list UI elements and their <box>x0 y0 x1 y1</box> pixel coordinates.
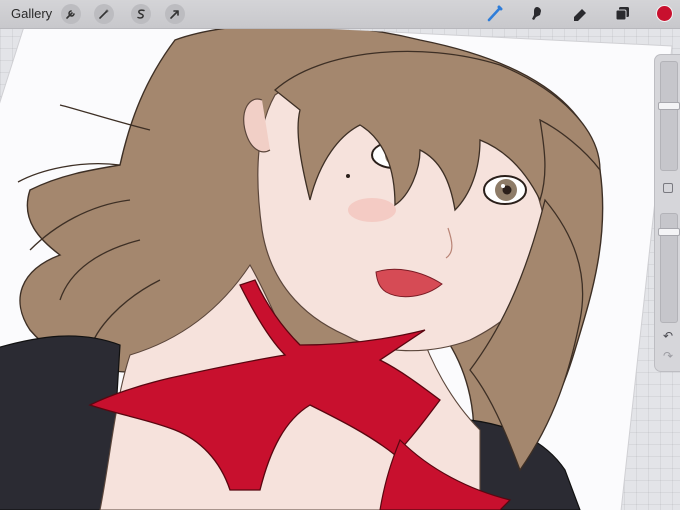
dress <box>0 335 121 510</box>
modify-button[interactable] <box>663 183 673 193</box>
eraser-icon <box>574 9 586 21</box>
layers-tool[interactable] <box>612 5 632 23</box>
brush-icon <box>487 5 503 22</box>
beauty-mark <box>346 174 350 178</box>
redo-icon[interactable]: ↷ <box>661 349 675 363</box>
transform-button[interactable] <box>165 4 185 24</box>
eraser-tool[interactable] <box>570 5 590 23</box>
canvas-artwork[interactable] <box>0 0 680 510</box>
wrench-icon <box>66 10 75 19</box>
magic-wand-icon <box>99 9 109 19</box>
adjustments-button[interactable] <box>94 4 114 24</box>
smudge-icon <box>532 7 541 20</box>
smudge-tool[interactable] <box>527 5 547 23</box>
opacity-slider[interactable] <box>658 213 680 323</box>
actions-button[interactable] <box>61 4 81 24</box>
undo-icon[interactable]: ↶ <box>661 329 675 343</box>
brush-size-slider[interactable] <box>658 61 680 171</box>
selection-button[interactable] <box>131 4 151 24</box>
brush-tool[interactable] <box>485 5 505 23</box>
transform-arrow-icon <box>170 10 179 19</box>
color-picker-button[interactable] <box>656 5 673 22</box>
selection-s-icon <box>137 9 145 19</box>
side-bar: ↶ ↷ <box>654 54 680 372</box>
brush-size-thumb[interactable] <box>658 102 680 110</box>
gallery-button[interactable]: Gallery <box>11 6 52 21</box>
cheek-blush <box>348 198 396 222</box>
opacity-thumb[interactable] <box>658 228 680 236</box>
right-eye-highlight <box>501 184 505 188</box>
top-toolbar: Gallery <box>0 0 680 29</box>
layers-icon <box>615 7 629 21</box>
